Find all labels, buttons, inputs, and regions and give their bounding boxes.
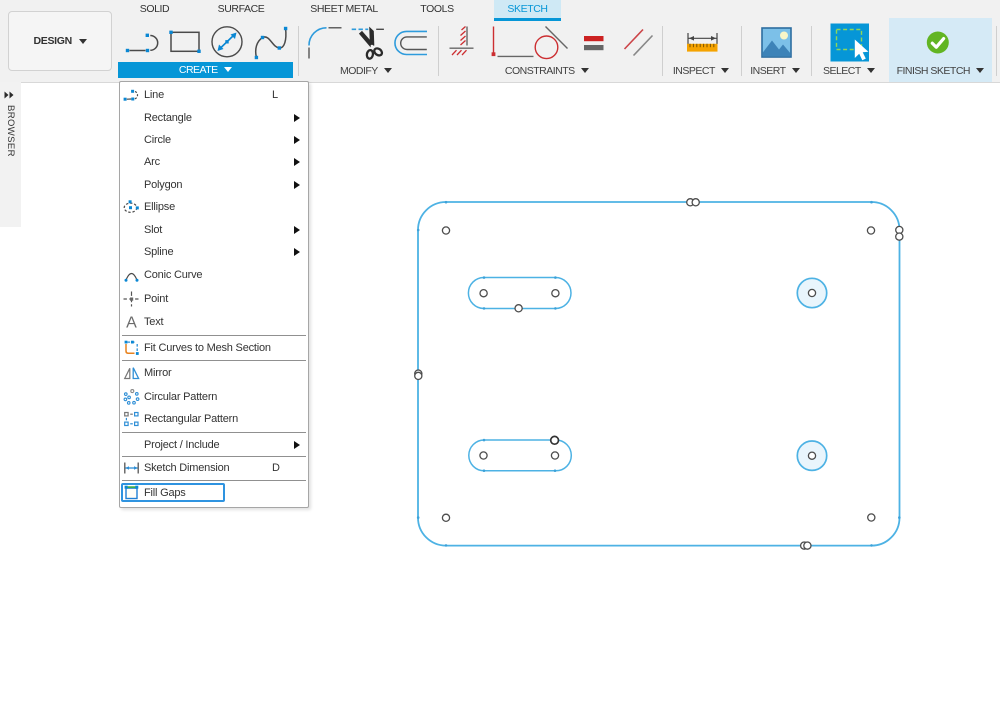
svg-text:A: A — [126, 314, 137, 330]
